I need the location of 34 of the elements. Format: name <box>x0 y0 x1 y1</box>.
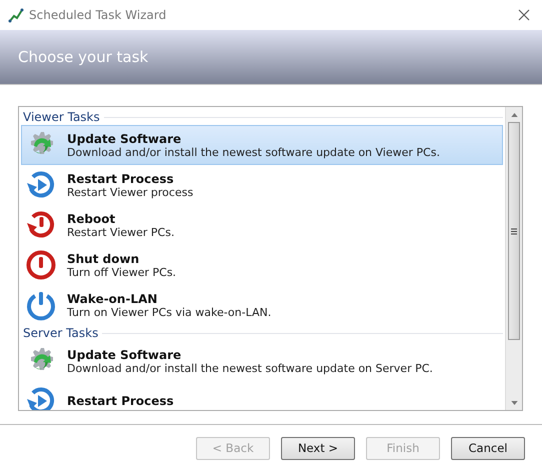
task-item[interactable]: Reboot Restart Viewer PCs. <box>21 205 503 245</box>
task-item[interactable]: Wake-on-LAN Turn on Viewer PCs via wake-on-LAN. <box>21 285 503 325</box>
task-title: Restart Process <box>67 172 175 186</box>
scrollbar[interactable] <box>505 107 522 410</box>
task-item[interactable]: Shut down Turn off Viewer PCs. <box>21 245 503 285</box>
task-item[interactable]: Restart Process <box>21 381 503 410</box>
task-title: Update Software <box>67 348 182 362</box>
wizard-button[interactable]: Cancel <box>451 436 525 460</box>
task-description: Download and/or install the newest software update on Viewer PCs. <box>67 146 440 158</box>
task-item[interactable]: Restart Process Restart Viewer process <box>21 165 503 205</box>
task-title: Reboot <box>67 212 116 226</box>
task-description: Restart Viewer process <box>67 186 194 198</box>
page-heading: Choose your task <box>18 48 148 66</box>
task-title: Wake-on-LAN <box>67 292 158 306</box>
scroll-thumb[interactable] <box>508 122 520 340</box>
task-title: Shut down <box>67 252 140 266</box>
play-refresh-icon <box>25 385 57 410</box>
task-description: Restart Viewer PCs. <box>67 226 174 238</box>
wizard-button[interactable]: Next > <box>281 436 355 460</box>
task-description: Turn off Viewer PCs. <box>67 266 176 278</box>
power-icon <box>25 249 57 281</box>
close-icon[interactable] <box>518 9 530 21</box>
power-icon <box>25 289 57 321</box>
task-item[interactable]: Update Software Download and/or install the newest software update on Server PC. <box>21 341 503 381</box>
task-title: Restart Process <box>67 394 174 408</box>
group-header: Server Tasks <box>23 326 98 340</box>
group-header: Viewer Tasks <box>23 110 100 124</box>
task-description: Turn on Viewer PCs via wake-on-LAN. <box>67 306 272 318</box>
chart-line-icon <box>8 7 24 23</box>
task-description: Download and/or install the newest software update on Server PC. <box>67 362 433 374</box>
task-title: Update Software <box>67 132 182 146</box>
grip-icon <box>511 228 517 234</box>
window-title: Scheduled Task Wizard <box>29 8 168 22</box>
task-item[interactable]: Update Software Download and/or install the newest software update on Viewer PCs. <box>21 125 503 165</box>
